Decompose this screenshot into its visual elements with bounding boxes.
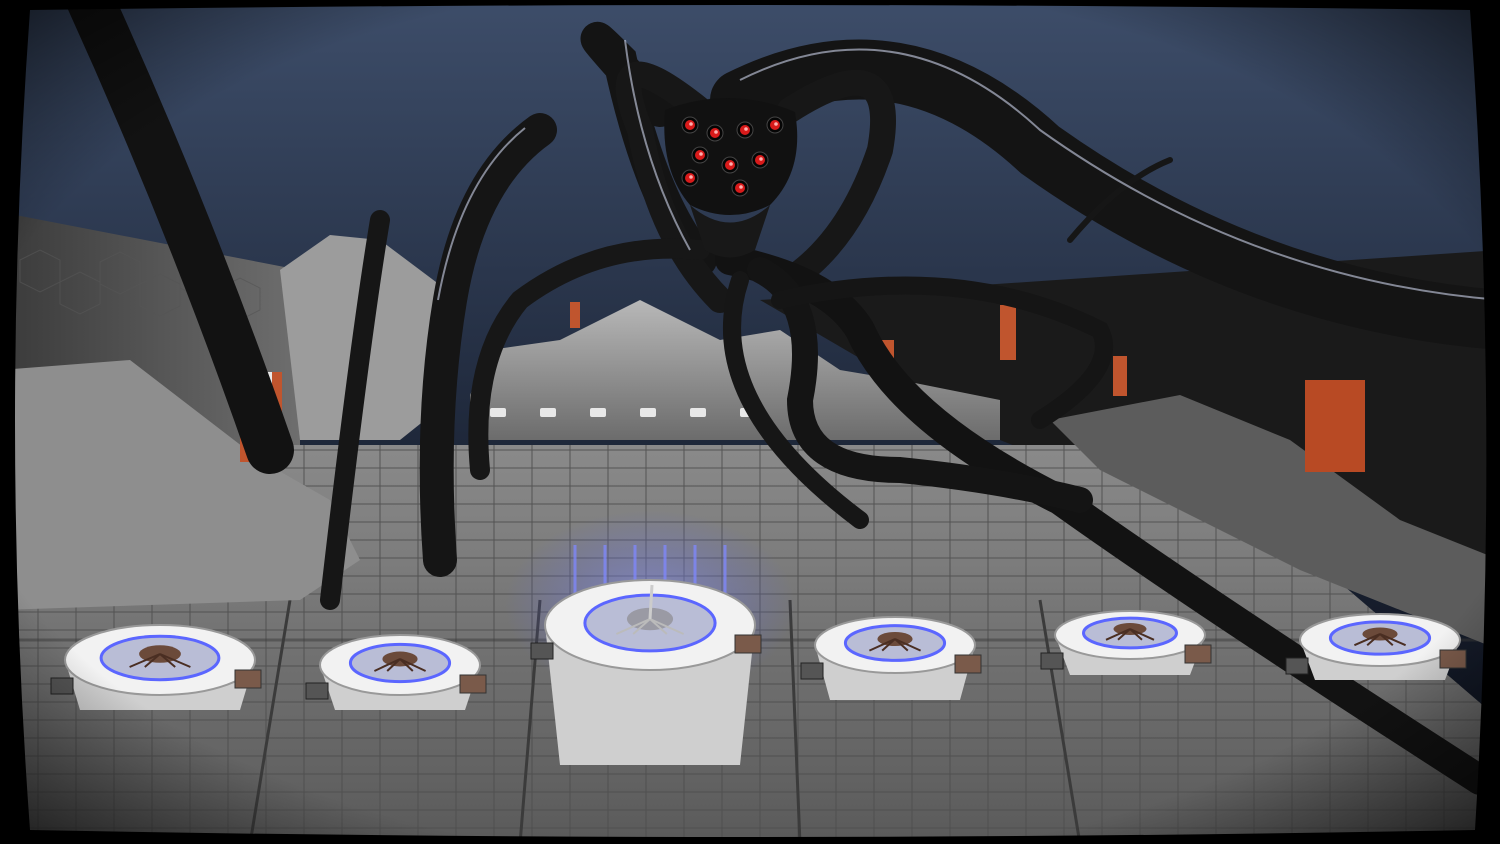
lens-vignette [0, 0, 1500, 844]
game-viewport[interactable] [0, 0, 1500, 844]
